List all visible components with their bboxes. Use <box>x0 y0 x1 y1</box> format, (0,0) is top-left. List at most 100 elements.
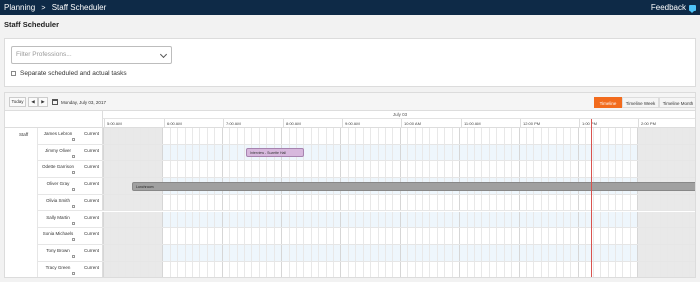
timeline-cells[interactable] <box>103 161 695 178</box>
slot-divider <box>518 161 520 178</box>
slot-divider <box>436 128 438 144</box>
timeline-cells[interactable] <box>103 261 695 277</box>
trash-icon[interactable] <box>72 221 75 225</box>
separate-tasks-option[interactable]: Separate scheduled and actual tasks <box>11 70 127 77</box>
slot-divider <box>503 144 505 161</box>
slot-divider <box>548 161 550 178</box>
trash-icon[interactable] <box>72 238 75 242</box>
slot-divider <box>214 161 216 178</box>
slot-divider <box>533 244 535 261</box>
staff-status: Current <box>84 197 100 203</box>
slot-divider <box>340 211 342 228</box>
slot-divider <box>488 211 490 228</box>
trash-icon[interactable] <box>72 154 75 158</box>
trash-icon[interactable] <box>72 254 75 258</box>
event-label: Interview - Suzette Hall <box>250 151 286 156</box>
view-timeline-month[interactable]: Timeline Month <box>659 97 695 108</box>
slot-divider <box>192 144 194 161</box>
feedback-button[interactable]: Feedback <box>651 0 696 15</box>
prev-day-button[interactable]: ◀ <box>28 97 38 107</box>
slot-divider <box>466 228 468 244</box>
slot-divider <box>533 128 535 144</box>
slot-divider <box>214 211 216 228</box>
trash-icon[interactable] <box>72 271 75 275</box>
slot-divider <box>214 194 216 211</box>
interview-event[interactable]: Interview - Suzette Hall <box>246 148 304 158</box>
next-day-button[interactable]: ▶ <box>38 97 48 107</box>
slot-divider <box>607 128 609 144</box>
profession-filter-select[interactable]: Filter Professions... <box>11 46 172 64</box>
chevron-left-icon: ◀ <box>31 99 35 104</box>
slot-divider <box>407 161 409 178</box>
slot-divider <box>333 144 335 161</box>
slot-divider <box>689 144 691 161</box>
slot-divider <box>281 161 283 178</box>
slot-divider <box>169 144 171 161</box>
hour-label: 10:00 AM <box>404 121 421 126</box>
slot-divider <box>221 161 223 178</box>
slot-divider <box>377 128 379 144</box>
date-picker[interactable]: Monday, July 03, 2017 <box>52 97 106 107</box>
timeline-cells[interactable] <box>103 211 695 228</box>
slot-divider <box>251 211 253 228</box>
trash-icon[interactable] <box>72 138 75 141</box>
slot-divider <box>511 261 513 277</box>
timeline-cells[interactable] <box>103 194 695 211</box>
slot-divider <box>192 244 194 261</box>
view-timeline-week[interactable]: Timeline Week <box>622 97 659 108</box>
timeline-cells[interactable] <box>103 144 695 161</box>
timeline-cells[interactable] <box>103 228 695 244</box>
slot-divider <box>184 161 186 178</box>
trash-icon[interactable] <box>72 171 75 175</box>
slot-divider <box>444 161 446 178</box>
slot-divider <box>340 161 342 178</box>
slot-divider <box>184 228 186 244</box>
slot-divider <box>362 144 364 161</box>
staff-row: Sally Martin Current <box>38 211 695 229</box>
separate-tasks-checkbox[interactable] <box>11 71 16 76</box>
breadcrumb-planning[interactable]: Planning <box>4 0 35 15</box>
slot-divider <box>666 161 668 178</box>
slot-divider <box>585 228 587 244</box>
view-timeline[interactable]: Timeline <box>594 97 622 108</box>
staff-name: Oliver Gray <box>46 181 70 187</box>
slot-divider <box>629 161 631 178</box>
slot-divider <box>147 161 149 178</box>
timeline-cells[interactable] <box>103 244 695 261</box>
slot-divider <box>622 261 624 277</box>
slot-divider <box>600 261 602 277</box>
today-button[interactable]: Today <box>9 97 26 107</box>
slot-divider <box>407 211 409 228</box>
resource-header <box>5 111 103 128</box>
slot-divider <box>614 144 616 161</box>
slot-divider <box>466 244 468 261</box>
slot-divider <box>266 211 268 228</box>
slot-divider <box>496 211 498 228</box>
slot-divider <box>199 128 201 144</box>
slot-divider <box>154 261 156 277</box>
timeline-cells[interactable] <box>103 128 695 144</box>
slot-divider <box>414 244 416 261</box>
slot-divider <box>377 244 379 261</box>
breadcrumb-staff-scheduler: Staff Scheduler <box>51 3 107 12</box>
slot-divider <box>273 128 275 144</box>
slot-divider <box>422 128 424 144</box>
slot-divider <box>525 228 527 244</box>
trash-icon[interactable] <box>72 204 75 208</box>
trash-icon[interactable] <box>72 188 75 192</box>
slot-divider <box>444 228 446 244</box>
slot-divider <box>110 228 112 244</box>
slot-divider <box>177 244 179 261</box>
slot-divider <box>236 228 238 244</box>
lunch-event[interactable]: Lunchroom✕ <box>132 181 695 191</box>
staff-row: Tony Brown Current <box>38 244 695 262</box>
slot-divider <box>622 161 624 178</box>
slot-divider <box>548 144 550 161</box>
slot-divider <box>221 194 223 211</box>
slot-divider <box>243 144 245 161</box>
slot-divider <box>340 244 342 261</box>
slot-divider <box>600 144 602 161</box>
slot-divider <box>273 261 275 277</box>
slot-divider <box>251 261 253 277</box>
slot-divider <box>340 144 342 161</box>
